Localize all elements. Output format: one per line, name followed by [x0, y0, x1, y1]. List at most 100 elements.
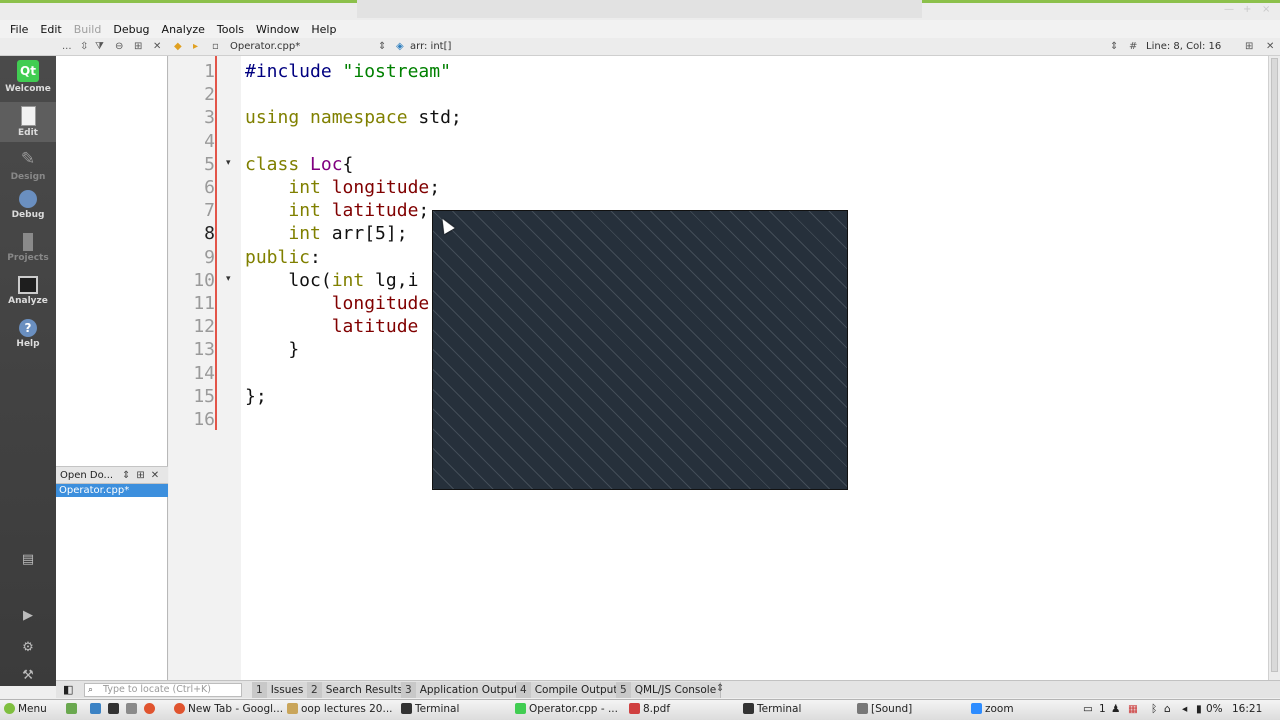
mode-analyze[interactable]: Analyze	[0, 276, 56, 306]
forward-arrow-icon[interactable]: ▸	[193, 40, 198, 54]
task-zoom[interactable]: zoom	[971, 703, 1014, 715]
open-documents-dropdown-icon[interactable]: ⇕	[122, 470, 130, 481]
build-hammer-icon[interactable]: ⚒	[19, 668, 37, 684]
menu-build[interactable]: Build	[68, 23, 108, 36]
back-arrow-icon[interactable]: ◆	[174, 40, 182, 54]
maximize-button[interactable]: +	[1243, 4, 1251, 15]
editor-scrollbar[interactable]	[1268, 56, 1280, 680]
code-line[interactable]	[245, 83, 462, 106]
scrollbar-thumb[interactable]	[1271, 58, 1278, 672]
fold-constructor-icon[interactable]: ▾	[226, 274, 231, 284]
cursor-position[interactable]: Line: 8, Col: 16	[1146, 40, 1221, 54]
mode-debug[interactable]: Debug	[0, 190, 56, 220]
network-icon[interactable]: ⌂	[1164, 703, 1171, 715]
symbol-dropdown-icon[interactable]: ⇕	[1110, 40, 1118, 54]
kit-selector-icon[interactable]: ▤	[19, 552, 37, 568]
code-line[interactable]: latitude	[245, 315, 462, 338]
keyboard-layout-flag-icon[interactable]: ▦	[1128, 703, 1138, 715]
document-dropdown-icon[interactable]: ⇕	[378, 40, 386, 54]
code-line[interactable]: longitude	[245, 292, 462, 315]
code-line[interactable]: };	[245, 385, 462, 408]
mode-design-label: Design	[10, 172, 46, 182]
code-line[interactable]	[245, 408, 462, 431]
tab-issues[interactable]: 1 Issues	[252, 682, 309, 698]
code-line[interactable]: loc(int lg,i	[245, 269, 462, 292]
code-line[interactable]: #include "iostream"	[245, 60, 462, 83]
bluetooth-icon[interactable]: ᛒ	[1151, 703, 1157, 715]
mode-help[interactable]: ? Help	[0, 319, 56, 349]
qtcreator-launcher[interactable]	[90, 703, 104, 715]
task-qtcreator[interactable]: Operator.cpp - ...	[515, 703, 618, 715]
code-line[interactable]: class Loc{	[245, 153, 462, 176]
open-documents-split-icon[interactable]: ⊞	[136, 470, 144, 481]
locator-input[interactable]: ⌕ Type to locate (Ctrl+K)	[84, 683, 242, 697]
tab-compile-output[interactable]: 4 Compile Output	[516, 682, 623, 698]
menu-debug[interactable]: Debug	[107, 23, 155, 36]
symbol-selector[interactable]: arr: int[]	[410, 40, 451, 54]
menu-file[interactable]: File	[4, 23, 34, 36]
tab-application-output[interactable]: 3 Application Output	[401, 682, 524, 698]
clock[interactable]: 16:21	[1232, 703, 1262, 715]
mode-welcome[interactable]: Qt Welcome	[0, 60, 56, 94]
files-launcher[interactable]	[126, 703, 140, 715]
encoding-hash[interactable]: #	[1129, 40, 1137, 54]
code-line[interactable]: public:	[245, 246, 462, 269]
workspace-indicator[interactable]: 1	[1099, 703, 1106, 715]
document-selector[interactable]: Operator.cpp*	[230, 40, 300, 54]
open-documents-close-icon[interactable]: ✕	[151, 470, 159, 481]
code-line[interactable]: }	[245, 338, 462, 361]
chrome-launcher[interactable]	[144, 703, 158, 715]
debug-run-icon[interactable]: ⚙	[19, 640, 37, 656]
menu-edit[interactable]: Edit	[34, 23, 67, 36]
close-window-button[interactable]: ×	[1262, 4, 1270, 15]
code-line[interactable]	[245, 362, 462, 385]
open-documents-title[interactable]: Open Do...	[56, 470, 116, 481]
minimize-button[interactable]: —	[1224, 4, 1234, 15]
task-chrome[interactable]: New Tab - Googl...	[174, 703, 283, 715]
fold-class-icon[interactable]: ▾	[226, 158, 231, 168]
split-icon[interactable]: ⊞	[134, 40, 142, 54]
overlay-popup[interactable]	[432, 210, 848, 490]
mode-design[interactable]: ✎ Design	[0, 148, 56, 182]
user-icon[interactable]: ♟	[1111, 703, 1120, 715]
open-document-item[interactable]: Operator.cpp*	[56, 484, 168, 497]
mode-projects[interactable]: Projects	[0, 233, 56, 263]
task-sound[interactable]: [Sound]	[857, 703, 912, 715]
menu-tools[interactable]: Tools	[211, 23, 250, 36]
line-number: 10	[193, 269, 215, 291]
run-icon[interactable]: ▶	[19, 608, 37, 624]
menu-help[interactable]: Help	[305, 23, 342, 36]
menu-analyze[interactable]: Analyze	[156, 23, 211, 36]
task-terminal-1[interactable]: Terminal	[401, 703, 459, 715]
more-tabs-icon[interactable]: ⇕	[716, 683, 724, 694]
output-pane-bar: ◧ ⌕ Type to locate (Ctrl+K) 1 Issues 2 Sea…	[56, 680, 1280, 698]
start-menu-button[interactable]: Menu	[4, 703, 47, 715]
chat-icon[interactable]: ▭	[1083, 703, 1093, 715]
tab-search-results[interactable]: 2 Search Results	[307, 682, 409, 698]
menu-window[interactable]: Window	[250, 23, 305, 36]
updown-icon[interactable]: ⇳	[80, 40, 88, 54]
mode-edit[interactable]: Edit	[0, 102, 56, 142]
task-terminal-2[interactable]: Terminal	[743, 703, 801, 715]
volume-icon[interactable]: ◂	[1182, 703, 1187, 715]
show-desktop-launcher[interactable]	[66, 703, 80, 715]
code-line[interactable]: using namespace std;	[245, 106, 462, 129]
sidebar-view-selector[interactable]: ...	[62, 40, 72, 54]
title-area	[357, 0, 922, 18]
tab-qml-console[interactable]: 5 QML/JS Console	[616, 682, 722, 698]
toggle-sidebar-icon[interactable]: ◧	[63, 683, 73, 696]
task-file-manager[interactable]: oop lectures 20...	[287, 703, 393, 715]
battery-icon[interactable]: ▮	[1196, 703, 1202, 715]
filter-icon[interactable]: ⧩	[95, 40, 104, 54]
code-line[interactable]: int longitude;	[245, 176, 462, 199]
code-text[interactable]: #include "iostream" using namespace std;…	[245, 60, 462, 431]
terminal-launcher[interactable]	[108, 703, 122, 715]
link-icon[interactable]: ⊖	[115, 40, 123, 54]
close-sidebar-icon[interactable]: ✕	[153, 40, 161, 54]
code-line[interactable]: int latitude;	[245, 199, 462, 222]
task-pdf[interactable]: 8.pdf	[629, 703, 670, 715]
split-editor-icon[interactable]: ⊞	[1245, 40, 1253, 54]
code-line[interactable]	[245, 130, 462, 153]
code-line[interactable]: int arr[5];	[245, 222, 462, 245]
close-editor-icon[interactable]: ✕	[1266, 40, 1274, 54]
